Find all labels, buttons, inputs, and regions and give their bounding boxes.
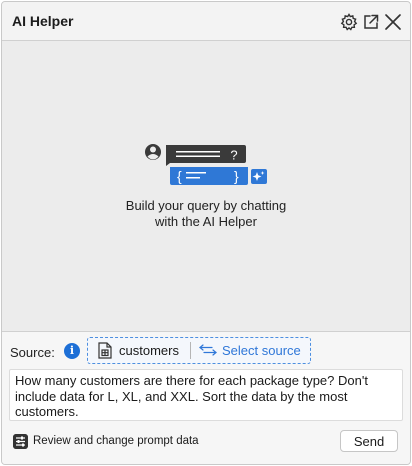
review-prompt-data-link[interactable]: Review and change prompt data [33,435,199,447]
illustration-brace-open: { [177,168,182,184]
title-bar: AI Helper [2,2,410,41]
chat-illustration-icon: ? { } [145,144,267,185]
gear-icon[interactable] [339,12,359,32]
swap-arrows-icon[interactable] [199,344,217,356]
selected-source-name[interactable]: customers [119,343,179,358]
source-selector[interactable]: customers Select source [87,337,311,364]
close-icon[interactable] [383,12,403,32]
source-label: Source: [10,345,55,360]
ai-helper-panel: AI Helper ? {} Build your query by chat… [1,1,411,465]
sliders-icon[interactable] [13,434,28,449]
illustration-question-mark: ? [230,148,237,163]
prompt-text[interactable]: How many customers are there for each pa… [15,373,397,420]
pop-out-icon[interactable] [361,12,381,32]
empty-state-line-1: Build your query by chatting [125,198,287,213]
prompt-input[interactable]: How many customers are there for each pa… [9,369,403,421]
send-button[interactable]: Send [340,430,398,452]
illustration-brace-close: } [234,168,239,184]
source-divider [190,342,191,359]
info-icon[interactable]: i [64,343,80,359]
document-icon [98,342,112,359]
input-section: Source: i customers Select source How ma… [2,331,410,464]
conversation-area: ? { } Build your query by chatting with … [2,41,410,331]
select-source-link[interactable]: Select source [222,343,301,358]
empty-state-message: Build your query by chatting with the AI… [2,198,410,230]
panel-title: AI Helper [12,13,74,29]
empty-state-line-2: with the AI Helper [155,214,257,229]
